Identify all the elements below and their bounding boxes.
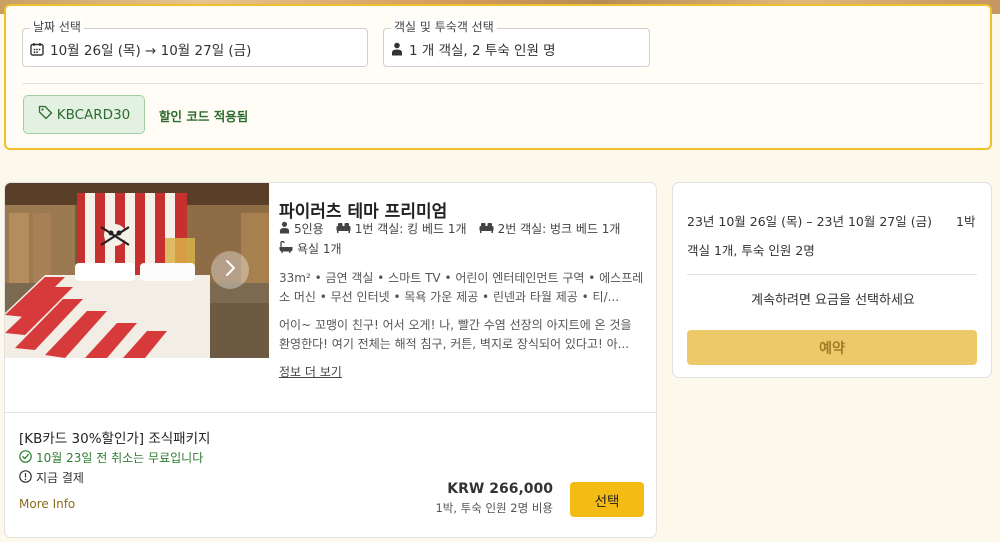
amenity-row-1: 5인용 1번 객실: 킹 베드 1개 2번 객실: 벙크 베드 1개 <box>279 220 620 237</box>
summary-nights: 1박 <box>956 214 976 229</box>
bed1-text: 1번 객실: 킹 베드 1개 <box>354 222 467 236</box>
bath-amenity: 욕실 1개 <box>279 240 342 257</box>
room-features: 33m² • 금연 객실 • 스마트 TV • 어린이 엔터테인먼트 구역 • … <box>279 271 644 304</box>
bed2-text: 2번 객실: 벙크 베드 1개 <box>497 222 621 236</box>
check-circle-icon <box>19 449 32 466</box>
summary-guests: 객실 1개, 투숙 인원 2명 <box>687 243 815 258</box>
booking-summary: 23년 10월 26일 (목) – 23년 10월 27일 (금) 1박 객실 … <box>672 182 992 378</box>
chevron-right-icon <box>224 259 236 281</box>
occupancy-amenity: 5인용 <box>279 220 324 237</box>
calendar-icon <box>30 42 44 56</box>
guests-selector-value: 1 개 객실, 2 투숙 인원 명 <box>409 43 556 59</box>
search-divider <box>22 83 983 84</box>
rate-price: KRW 266,000 <box>447 481 553 497</box>
guests-selector[interactable]: 객실 및 투숙객 선택 1 개 객실, 2 투숙 인원 명 <box>383 19 650 67</box>
info-icon <box>19 469 32 486</box>
guests-selector-value-wrap: 1 개 객실, 2 투숙 인원 명 <box>391 39 556 59</box>
card-divider <box>5 412 656 413</box>
summary-prompt: 계속하려면 요금을 선택하세요 <box>751 293 915 308</box>
bed2-amenity: 2번 객실: 벙크 베드 1개 <box>479 220 621 237</box>
bed1-amenity: 1번 객실: 킹 베드 1개 <box>336 220 467 237</box>
tag-icon <box>38 105 53 124</box>
more-info-link[interactable]: More Info <box>19 497 75 511</box>
date-selector[interactable]: 날짜 선택 10월 26일 (목) → 10월 27일 (금) <box>22 19 368 67</box>
more-details-link[interactable]: 정보 더 보기 <box>279 363 342 380</box>
room-photo[interactable] <box>5 183 269 358</box>
cancellation-note: 10월 23일 전 취소는 무료입니다 <box>19 449 203 466</box>
person-icon <box>279 221 290 237</box>
bed-icon <box>336 222 351 236</box>
promo-code-text: KBCARD30 <box>56 106 131 123</box>
person-icon <box>391 42 403 56</box>
date-selector-value: 10월 26일 (목) → 10월 27일 (금) <box>50 43 252 59</box>
promo-status-text: 할인 코드 적용됨 <box>159 109 249 124</box>
room-description: 어이~ 꼬맹이 친구! 어서 오게! 나, 빨간 수염 선장의 아지트에 온 것… <box>279 318 632 351</box>
room-title: 파이러츠 테마 프리미엄 <box>279 202 448 222</box>
room-card: 파이러츠 테마 프리미엄 5인용 1번 객실: 킹 베드 1개 2번 객실: 벙… <box>4 182 657 538</box>
photo-next-button[interactable] <box>211 251 249 289</box>
occupancy-text: 5인용 <box>294 222 324 236</box>
bathtub-icon <box>279 240 293 256</box>
package-name: [KB카드 30%할인가] 조식패키지 <box>19 431 211 447</box>
book-button[interactable]: 예약 <box>687 330 977 365</box>
date-selector-label: 날짜 선택 <box>30 19 84 35</box>
cancellation-text: 10월 23일 전 취소는 무료입니다 <box>36 451 204 465</box>
search-panel: 날짜 선택 10월 26일 (목) → 10월 27일 (금) 객실 및 투숙객… <box>4 4 992 150</box>
date-selector-value-wrap: 10월 26일 (목) → 10월 27일 (금) <box>30 39 251 59</box>
amenity-row-2: 욕실 1개 <box>279 240 342 257</box>
rate-price-note: 1박, 투숙 인원 2명 비용 <box>435 501 553 515</box>
select-rate-button[interactable]: 선택 <box>570 482 644 517</box>
payment-text: 지금 결제 <box>36 471 84 485</box>
bath-text: 욕실 1개 <box>297 242 342 256</box>
summary-divider <box>687 274 977 275</box>
summary-dates: 23년 10월 26일 (목) – 23년 10월 27일 (금) <box>687 214 932 229</box>
bed-icon <box>479 222 494 236</box>
promo-code-badge[interactable]: KBCARD30 <box>23 95 145 134</box>
payment-note: 지금 결제 <box>19 469 84 486</box>
guests-selector-label: 객실 및 투숙객 선택 <box>391 19 497 35</box>
